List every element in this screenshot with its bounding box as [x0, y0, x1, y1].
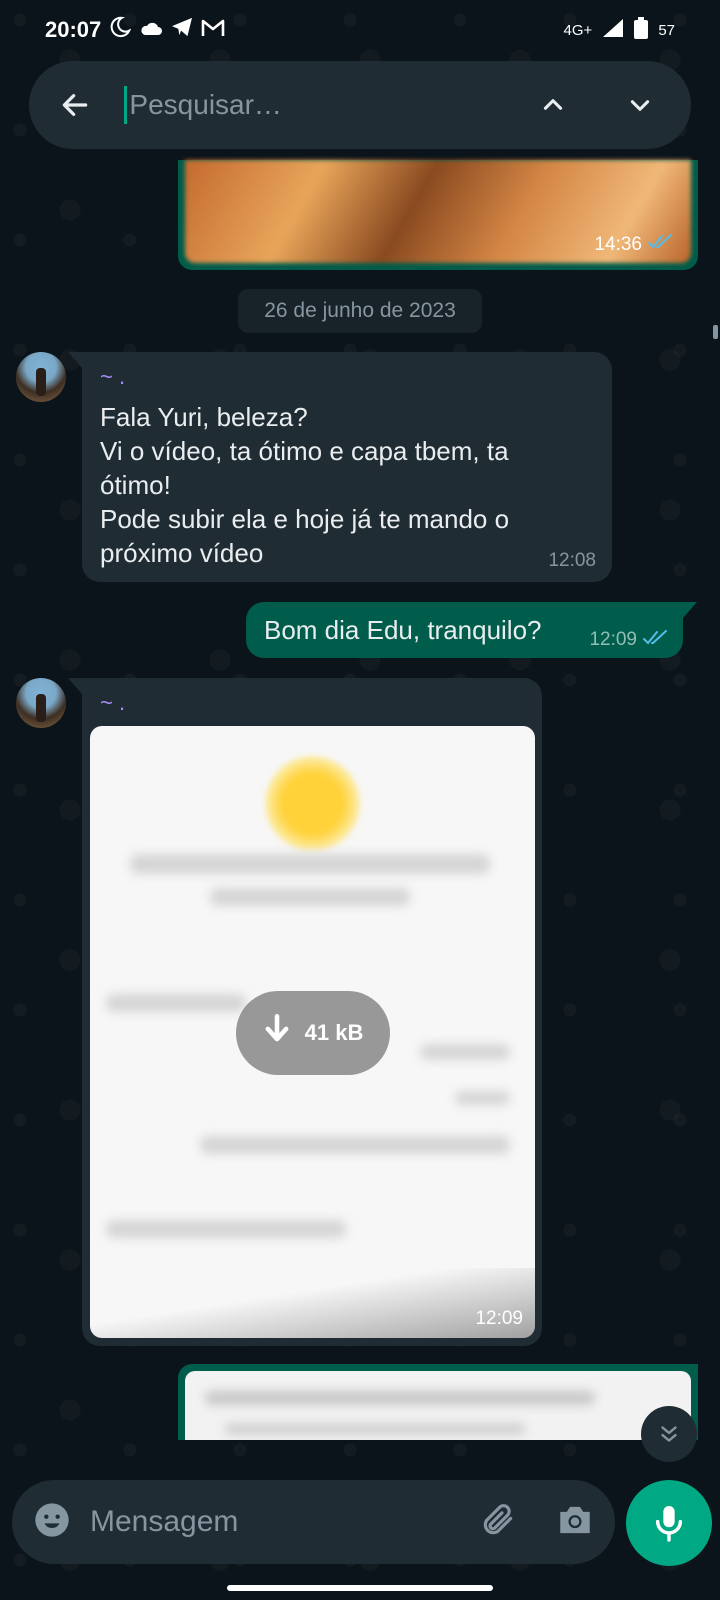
scroll-to-bottom-button[interactable]	[641, 1406, 697, 1462]
emoji-icon[interactable]	[32, 1500, 72, 1545]
read-ticks-icon	[648, 234, 674, 256]
message-body: Bom dia Edu, tranquilo?	[264, 615, 542, 645]
battery-level: 57	[658, 21, 675, 39]
blurred-line	[130, 854, 490, 874]
outgoing-image-message[interactable]	[178, 1364, 698, 1440]
status-bar: 20:07 4G+ 57	[0, 0, 720, 60]
blurred-line	[106, 994, 246, 1012]
blurred-line	[200, 1136, 510, 1154]
status-time: 20:07	[45, 17, 102, 42]
outgoing-image-message[interactable]: 14:36	[178, 160, 698, 270]
download-arrow-icon	[263, 1014, 291, 1052]
double-chevron-down-icon	[661, 1426, 677, 1442]
blurred-line	[106, 1220, 346, 1238]
sender-name[interactable]: ~ .	[100, 690, 125, 716]
network-type: 4G+	[563, 21, 593, 39]
blurred-line	[210, 888, 410, 906]
battery-icon	[634, 17, 649, 43]
incoming-text-message[interactable]: ~ . Fala Yuri, beleza? Vi o vídeo, ta ót…	[68, 352, 612, 582]
chevron-up-icon[interactable]	[528, 80, 577, 130]
attach-paperclip-icon[interactable]	[479, 1501, 517, 1544]
blurred-line	[455, 1091, 510, 1105]
back-arrow-icon[interactable]	[55, 85, 94, 125]
voice-record-button[interactable]	[626, 1480, 712, 1566]
message-time: 12:08	[548, 550, 596, 571]
sun-logo	[265, 756, 360, 851]
date-separator: 26 de junho de 2023	[238, 289, 482, 333]
gmail-icon	[201, 17, 225, 43]
read-ticks-icon	[643, 629, 669, 651]
download-button[interactable]: 41 kB	[236, 991, 390, 1075]
message-meta: 14:36	[594, 234, 674, 256]
message-body: Fala Yuri, beleza? Vi o vídeo, ta ótimo …	[100, 400, 600, 570]
camera-icon[interactable]	[555, 1502, 595, 1543]
blurred-image-preview[interactable]: 41 kB 12:09	[90, 726, 535, 1338]
message-line: Vi o vídeo, ta ótimo e capa tbem, ta	[100, 436, 509, 466]
message-composer	[12, 1480, 615, 1564]
search-bar	[29, 61, 691, 149]
sender-name[interactable]: ~ .	[100, 364, 125, 390]
microphone-icon	[655, 1506, 683, 1542]
blurred-line	[205, 1391, 595, 1405]
signal-icon	[602, 18, 624, 42]
cloud-icon	[139, 17, 163, 43]
outgoing-text-message[interactable]: Bom dia Edu, tranquilo? 12:09	[246, 602, 697, 658]
message-line: ótimo!	[100, 470, 171, 500]
message-input[interactable]	[90, 1505, 479, 1539]
message-meta: 12:09	[589, 629, 669, 651]
search-input[interactable]	[124, 86, 491, 124]
message-time: 12:09	[475, 1308, 523, 1329]
message-line: próximo vídeo	[100, 538, 264, 568]
message-line: Fala Yuri, beleza?	[100, 402, 308, 432]
moon-icon	[109, 16, 132, 44]
blurred-line	[225, 1423, 525, 1435]
download-size: 41 kB	[304, 1020, 364, 1045]
incoming-image-message[interactable]: ~ . 41 kB 12:09	[68, 678, 542, 1346]
avatar[interactable]	[16, 352, 66, 402]
message-time: 12:09	[589, 629, 637, 650]
image-shade	[90, 1268, 535, 1338]
scrollbar[interactable]	[713, 325, 718, 339]
blurred-line	[420, 1044, 510, 1060]
avatar[interactable]	[16, 678, 66, 728]
message-line: Pode subir ela e hoje já te mando o	[100, 504, 510, 534]
chevron-down-icon[interactable]	[616, 80, 665, 130]
telegram-icon	[171, 17, 193, 43]
message-time: 14:36	[594, 234, 642, 255]
gesture-navigation-handle[interactable]	[227, 1585, 493, 1591]
image-thumbnail[interactable]	[185, 1371, 691, 1440]
